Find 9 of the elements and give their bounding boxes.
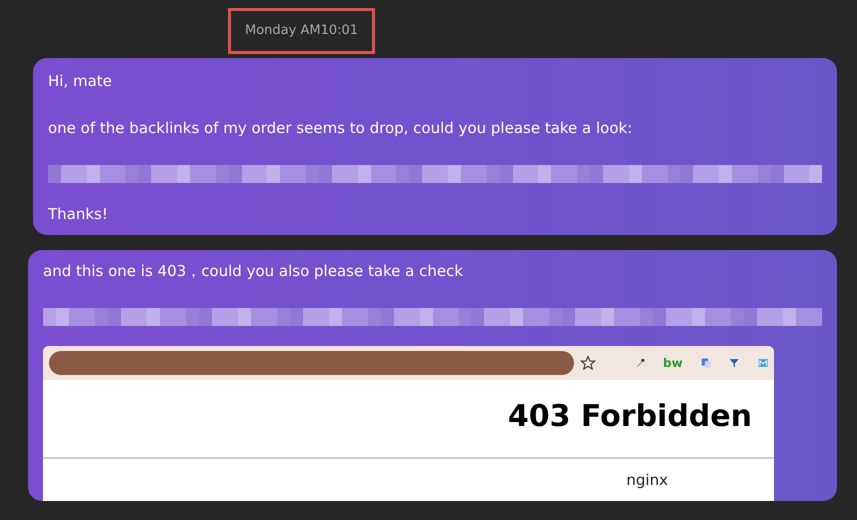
server-name: nginx xyxy=(625,470,669,490)
message-text: Thanks! xyxy=(48,204,109,224)
message-text: one of the backlinks of my order seems to drop, could you please take a look: xyxy=(48,118,634,139)
message-text: and this one is 403，could you also please take a check xyxy=(43,261,464,282)
message-text: Hi, mate xyxy=(48,70,113,92)
extension-icon[interactable]: bw xyxy=(663,354,683,372)
timestamp: Monday AM10:01 xyxy=(228,8,376,54)
address-bar[interactable] xyxy=(49,350,574,374)
page-heading: 403 Forbidden xyxy=(43,380,774,458)
